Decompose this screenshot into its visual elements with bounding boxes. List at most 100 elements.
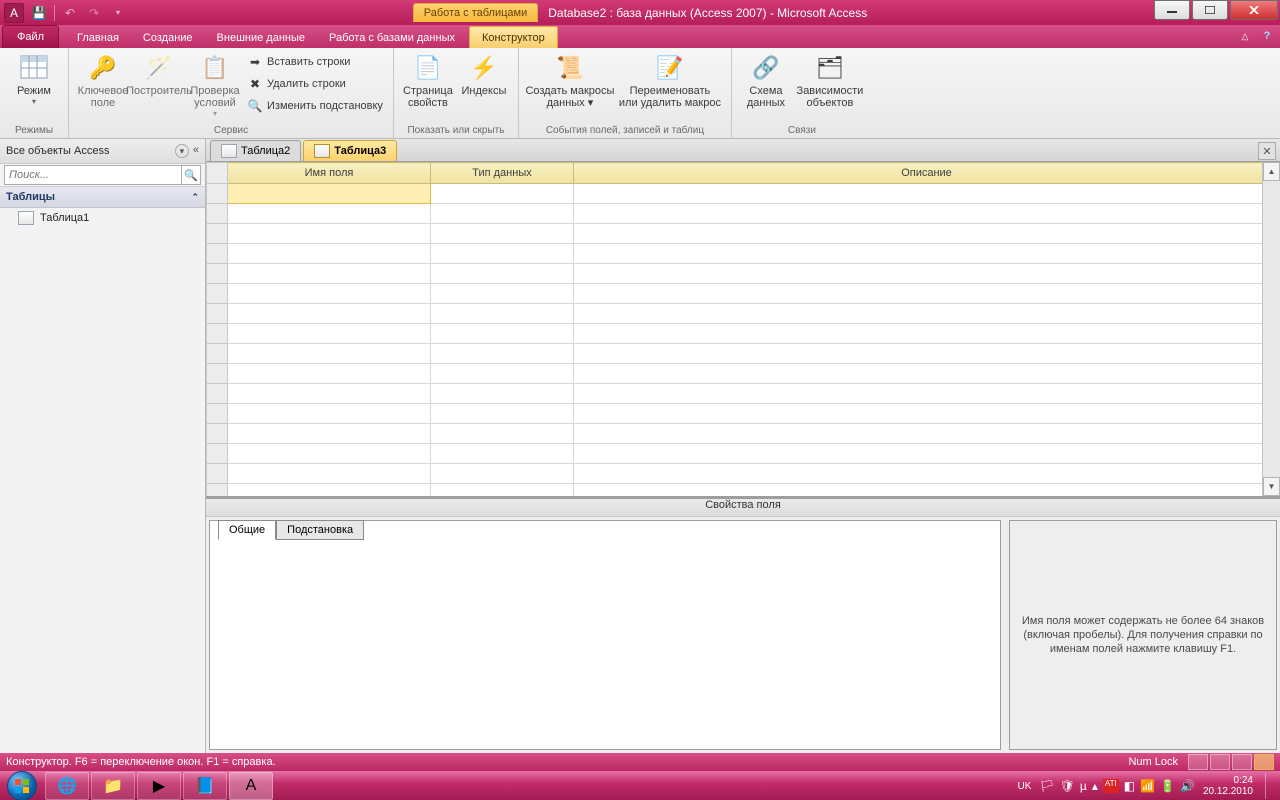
data-type-cell[interactable] — [431, 284, 574, 304]
row-selector[interactable] — [207, 464, 228, 484]
description-cell[interactable] — [574, 344, 1280, 364]
field-name-cell[interactable] — [228, 424, 431, 444]
delete-rows-button[interactable]: ✖Удалить строки — [243, 74, 387, 94]
close-button[interactable] — [1230, 0, 1278, 20]
row-selector[interactable] — [207, 264, 228, 284]
start-button[interactable] — [0, 771, 44, 800]
prop-tab-lookup[interactable]: Подстановка — [276, 520, 364, 540]
taskbar-ie-icon[interactable]: 🌐 — [45, 772, 89, 800]
data-type-cell[interactable] — [431, 264, 574, 284]
tray-volume-icon[interactable]: 🔊 — [1180, 779, 1195, 793]
minimize-ribbon-icon[interactable]: △ — [1238, 29, 1252, 43]
data-type-cell[interactable] — [431, 444, 574, 464]
row-selector[interactable] — [207, 384, 228, 404]
data-type-cell[interactable] — [431, 344, 574, 364]
field-name-cell[interactable] — [228, 284, 431, 304]
help-icon[interactable]: ? — [1260, 29, 1274, 43]
nav-collapse-icon[interactable]: « — [193, 144, 199, 158]
file-tab[interactable]: Файл — [2, 25, 59, 48]
rename-delete-macro-button[interactable]: 📝 Переименовать или удалить макрос — [615, 50, 725, 109]
taskbar-mediaplayer-icon[interactable]: ▶ — [137, 772, 181, 800]
taskbar-clock[interactable]: 0:24 20.12.2010 — [1203, 775, 1253, 797]
tray-util-icon[interactable]: µ — [1080, 779, 1087, 793]
field-name-cell[interactable] — [228, 184, 431, 204]
description-cell[interactable] — [574, 464, 1280, 484]
validation-button[interactable]: 📋 Проверка условий ▾ — [187, 50, 243, 118]
show-desktop-button[interactable] — [1265, 773, 1274, 799]
select-all-corner[interactable] — [207, 163, 228, 184]
description-cell[interactable] — [574, 324, 1280, 344]
object-dependencies-button[interactable]: 🗂 Зависимости объектов — [794, 50, 866, 109]
scroll-up-icon[interactable]: ▲ — [1263, 162, 1280, 181]
field-name-cell[interactable] — [228, 384, 431, 404]
field-name-cell[interactable] — [228, 204, 431, 224]
data-type-cell[interactable] — [431, 464, 574, 484]
indexes-button[interactable]: ⚡ Индексы — [456, 50, 512, 97]
taskbar-explorer-icon[interactable]: 📁 — [91, 772, 135, 800]
tab-create[interactable]: Создание — [131, 27, 205, 48]
row-selector[interactable] — [207, 364, 228, 384]
field-name-cell[interactable] — [228, 264, 431, 284]
prop-tab-general[interactable]: Общие — [218, 520, 276, 540]
tab-external-data[interactable]: Внешние данные — [205, 27, 317, 48]
tray-chevron-icon[interactable]: ▴ — [1092, 779, 1098, 793]
row-selector[interactable] — [207, 444, 228, 464]
data-type-cell[interactable] — [431, 224, 574, 244]
col-header-description[interactable]: Описание — [574, 163, 1280, 184]
data-type-cell[interactable] — [431, 484, 574, 497]
tray-network-icon[interactable]: 📶 — [1140, 779, 1155, 793]
language-indicator[interactable]: UK — [1018, 781, 1032, 792]
insert-rows-button[interactable]: ➡Вставить строки — [243, 52, 387, 72]
row-selector[interactable] — [207, 324, 228, 344]
description-cell[interactable] — [574, 204, 1280, 224]
nav-dropdown-icon[interactable]: ▾ — [175, 144, 189, 158]
row-selector[interactable] — [207, 304, 228, 324]
data-type-cell[interactable] — [431, 304, 574, 324]
row-selector[interactable] — [207, 184, 228, 204]
search-input[interactable] — [4, 165, 182, 185]
nav-item-table1[interactable]: Таблица1 — [0, 208, 205, 228]
builder-button[interactable]: 🪄 Построитель — [131, 50, 187, 97]
field-name-cell[interactable] — [228, 484, 431, 497]
app-icon[interactable]: A — [4, 3, 24, 23]
field-name-cell[interactable] — [228, 324, 431, 344]
create-data-macros-button[interactable]: 📜 Создать макросы данных ▾ — [525, 50, 615, 109]
description-cell[interactable] — [574, 424, 1280, 444]
row-selector[interactable] — [207, 204, 228, 224]
tray-shield-icon[interactable]: 🛡 — [1060, 779, 1075, 793]
description-cell[interactable] — [574, 304, 1280, 324]
row-selector[interactable] — [207, 484, 228, 497]
data-type-cell[interactable] — [431, 204, 574, 224]
row-selector[interactable] — [207, 224, 228, 244]
tray-battery-icon[interactable]: 🔋 — [1160, 779, 1175, 793]
field-name-cell[interactable] — [228, 244, 431, 264]
doc-tab-table2[interactable]: Таблица2 — [210, 140, 301, 161]
col-header-fieldname[interactable]: Имя поля — [228, 163, 431, 184]
collapse-group-icon[interactable]: ⌃ — [191, 192, 199, 203]
description-cell[interactable] — [574, 264, 1280, 284]
close-tab-button[interactable]: ✕ — [1258, 142, 1276, 160]
row-selector[interactable] — [207, 284, 228, 304]
tab-home[interactable]: Главная — [65, 27, 131, 48]
field-name-cell[interactable] — [228, 364, 431, 384]
maximize-button[interactable] — [1192, 0, 1228, 20]
view-button[interactable]: Режим ▾ — [6, 50, 62, 106]
view-design-icon[interactable] — [1254, 754, 1274, 770]
taskbar-access-icon[interactable]: A — [229, 772, 273, 800]
tab-design[interactable]: Конструктор — [469, 26, 558, 48]
row-selector[interactable] — [207, 344, 228, 364]
doc-tab-table3[interactable]: Таблица3 — [303, 140, 397, 161]
data-type-cell[interactable] — [431, 384, 574, 404]
description-cell[interactable] — [574, 384, 1280, 404]
description-cell[interactable] — [574, 224, 1280, 244]
description-cell[interactable] — [574, 404, 1280, 424]
data-type-cell[interactable] — [431, 424, 574, 444]
scroll-down-icon[interactable]: ▼ — [1263, 477, 1280, 496]
row-selector[interactable] — [207, 424, 228, 444]
primary-key-button[interactable]: 🔑 Ключевое поле — [75, 50, 131, 109]
minimize-button[interactable] — [1154, 0, 1190, 20]
modify-lookup-button[interactable]: 🔍Изменить подстановку — [243, 96, 387, 116]
field-name-cell[interactable] — [228, 344, 431, 364]
data-type-cell[interactable] — [431, 364, 574, 384]
field-name-cell[interactable] — [228, 444, 431, 464]
